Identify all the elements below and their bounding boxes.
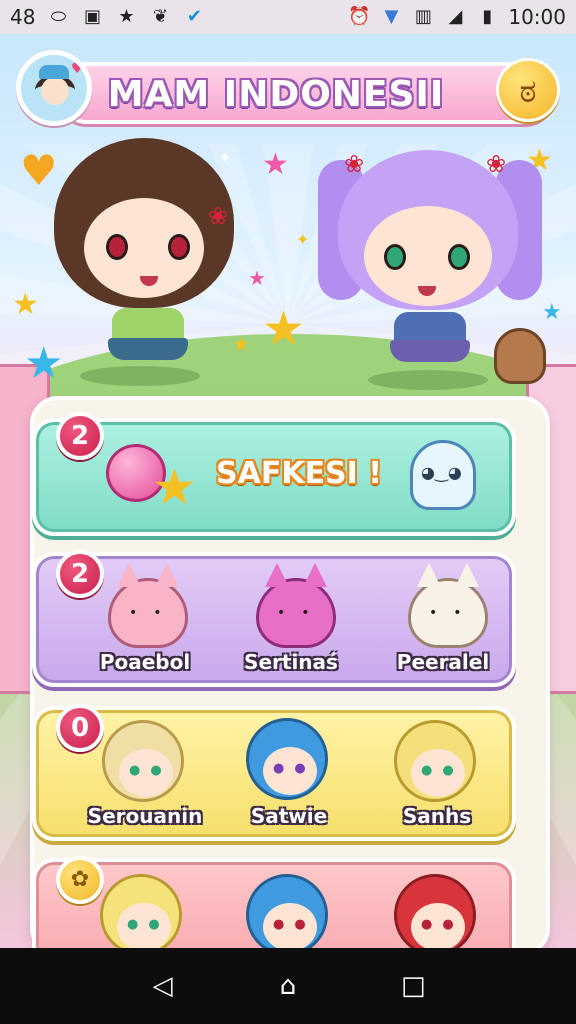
character-shadow: [368, 370, 488, 390]
picture-icon: ▣: [83, 6, 101, 27]
avatar-icon[interactable]: ♥: [16, 50, 92, 126]
dog-mascot-icon: [494, 328, 546, 384]
character-eye: [168, 234, 190, 260]
no-sim-icon: ▥: [414, 6, 432, 27]
character-portrait[interactable]: ●●: [394, 720, 476, 802]
character-portrait[interactable]: ●●: [100, 874, 182, 956]
check-shield-icon: ✔: [186, 6, 202, 27]
navigation-bar: ◁ ⌂ □: [0, 948, 576, 1024]
count-badge: 2: [56, 550, 104, 598]
hair-bow-icon: ❀: [208, 202, 229, 230]
pink-cat-icon[interactable]: ••: [108, 563, 188, 648]
character-skirt: [108, 338, 188, 360]
top-bar: MAM INDONESII ♥ ಠ: [16, 50, 560, 130]
character-eye: [106, 234, 128, 260]
wifi-icon: ▼: [384, 6, 399, 27]
alarm-icon: ⏰: [348, 6, 371, 27]
character-portrait[interactable]: ●●: [394, 874, 476, 956]
star-icon: ★: [118, 6, 135, 27]
hair-bow-icon: ❀: [344, 150, 365, 178]
status-left-text: 48: [10, 5, 36, 29]
avatar-hat: [39, 65, 69, 79]
hair-bow-icon: ❀: [486, 150, 507, 178]
star-pink-icon: ★: [248, 266, 266, 290]
star-yellow-icon: ★: [262, 301, 306, 357]
signal-icon: ◢: [448, 6, 463, 27]
ghost-mascot-icon: [410, 440, 476, 510]
character-eye: [384, 244, 406, 270]
character-label: Sanhs: [402, 804, 472, 828]
character-label: Serouanin: [87, 804, 203, 828]
character-eye: [448, 244, 470, 270]
status-bar: 48 ⬭ ▣ ★ ❦ ✔ ⏰ ▼ ▥ ◢ ▮ 10:00: [0, 0, 576, 34]
sparkle-icon: ✦: [296, 230, 310, 249]
character-shadow: [80, 366, 200, 386]
chick-icon: ✿: [56, 856, 104, 904]
pet-label: Peeralel: [396, 650, 490, 674]
title-banner: MAM INDONESII: [56, 62, 556, 124]
notification-icon: ⬭: [50, 6, 67, 27]
game-title: MAM INDONESII: [107, 74, 445, 115]
star-yellow-icon: ★: [12, 287, 39, 322]
character-skirt: [390, 340, 470, 362]
heart-icon: ♥: [71, 61, 84, 77]
pet-label: Poaebol: [99, 650, 191, 674]
star-icon: ★: [152, 458, 197, 516]
count-badge: 0: [56, 704, 104, 752]
bird-icon: ❦: [152, 6, 168, 27]
angry-face-icon[interactable]: ಠ: [496, 58, 560, 122]
character-label: Satwie: [250, 804, 328, 828]
magenta-fox-icon[interactable]: ••: [256, 563, 336, 648]
home-icon[interactable]: ⌂: [268, 966, 308, 1006]
star-pink-icon: ★: [262, 147, 289, 182]
count-badge: 2: [56, 412, 104, 460]
white-bunny-icon[interactable]: ••: [408, 563, 488, 648]
reward-headline: SAFKESI !: [216, 456, 382, 491]
pet-label: Sertinaś: [244, 650, 338, 674]
battery-icon: ▮: [482, 6, 493, 27]
character-portrait[interactable]: ●●: [102, 720, 184, 802]
character-portrait[interactable]: ●●: [246, 718, 328, 800]
back-icon[interactable]: ◁: [143, 966, 183, 1006]
recents-icon[interactable]: □: [393, 966, 433, 1006]
clock: 10:00: [508, 5, 566, 29]
character-portrait[interactable]: ●●: [246, 874, 328, 956]
avatar-face: [41, 77, 69, 105]
character-left: ❀: [40, 138, 240, 388]
